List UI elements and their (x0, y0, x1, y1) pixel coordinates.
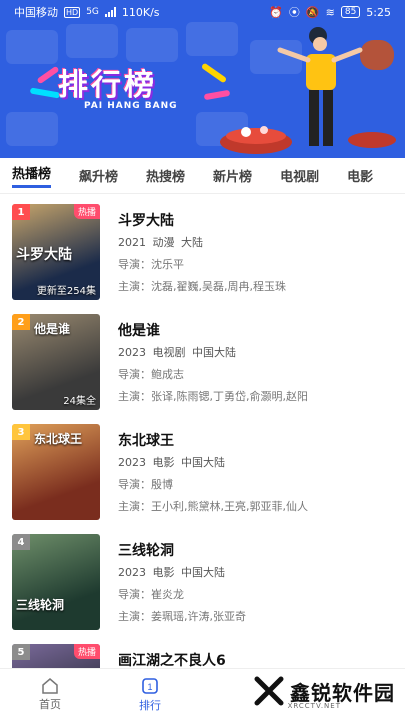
list-item[interactable]: 2 他是谁 24集全 他是谁 2023 电视剧 中国大陆 导演：鲍成志 主演：张… (0, 306, 405, 416)
tab-tv[interactable]: 电视剧 (280, 166, 319, 185)
list-item[interactable]: 3 东北球王 东北球王 2023 电影 中国大陆 导演：殷博 主演：王小利,熊黛… (0, 416, 405, 526)
rank-icon: 1 (142, 677, 158, 694)
item-cast: 主演：姜珮瑶,许涛,张亚奇 (118, 610, 246, 623)
rank-badge: 4 (12, 534, 30, 550)
rank-badge: 5 (12, 644, 30, 660)
location-icon: ⦿ (288, 6, 300, 19)
banner-illustration (220, 27, 396, 154)
item-title[interactable]: 东北球王 (118, 430, 174, 450)
item-title[interactable]: 他是谁 (118, 320, 160, 340)
item-director: 导演：殷博 (118, 478, 173, 491)
hot-badge: 热播 (73, 644, 100, 659)
nav-home-label: 首页 (39, 697, 61, 711)
item-meta: 2021 动漫 大陆 (118, 236, 203, 249)
list-item[interactable]: 4 三线轮洞 三线轮洞 2023 电影 中国大陆 导演：崔炎龙 主演：姜珮瑶,许… (0, 526, 405, 636)
poster-title: 斗罗大陆 (16, 247, 72, 263)
svg-text:1: 1 (147, 682, 152, 692)
tab-rising[interactable]: 飙升榜 (79, 166, 118, 185)
item-director: 导演：崔炎龙 (118, 588, 184, 601)
item-title[interactable]: 画江湖之不良人6 (118, 650, 226, 670)
item-meta: 2023 电视剧 中国大陆 (118, 346, 236, 359)
episode-count: 更新至254集 (36, 286, 96, 297)
item-cast: 主演：王小利,熊黛林,王亮,郭亚菲,仙人 (118, 500, 308, 513)
mute-icon: 🔕 (305, 5, 320, 19)
hot-badge: 热播 (73, 204, 100, 219)
episode-count: 24集全 (63, 396, 96, 407)
net-speed: 110K/s (121, 5, 160, 19)
nav-rank[interactable]: 1 排行 (100, 669, 200, 720)
item-title[interactable]: 三线轮洞 (118, 540, 174, 560)
poster-title: 三线轮洞 (16, 598, 65, 612)
item-director: 导演：鲍成志 (118, 368, 184, 381)
category-tabs: 热播榜 飙升榜 热搜榜 新片榜 电视剧 电影 (0, 158, 405, 194)
banner-subtitle: PAI HANG BANG (84, 101, 178, 111)
tab-search[interactable]: 热搜榜 (146, 166, 185, 185)
list-item[interactable]: 1 热播 斗罗大陆 更新至254集 斗罗大陆 2021 动漫 大陆 导演：沈乐平… (0, 196, 405, 306)
item-title[interactable]: 斗罗大陆 (118, 210, 174, 230)
rank-badge: 2 (12, 314, 30, 330)
hd-badge: HD (64, 6, 81, 18)
item-cast: 主演：张译,陈雨锶,丁勇岱,俞灏明,赵阳 (118, 390, 308, 403)
status-bar: 中国移动 HD 5G 110K/s ⏰ ⦿ 🔕 ≋ 85 5:25 (0, 0, 405, 24)
nav-rank-label: 排行 (139, 698, 161, 712)
tab-new[interactable]: 新片榜 (213, 166, 252, 185)
network-label: 5G (86, 7, 99, 17)
battery-icon: 85 (340, 6, 361, 18)
item-cast: 主演：沈磊,翟巍,吴磊,周冉,程玉珠 (118, 280, 286, 293)
signal-icon (104, 7, 116, 17)
poster-image[interactable]: 3 东北球王 (12, 424, 100, 520)
poster-title: 他是谁 (34, 322, 71, 336)
alarm-icon: ⏰ (269, 5, 283, 19)
rank-badge: 3 (12, 424, 30, 440)
home-icon (42, 677, 58, 694)
rank-badge: 1 (12, 204, 30, 220)
clock: 5:25 (366, 5, 391, 19)
wifi-icon: ≋ (325, 5, 335, 19)
tab-hot[interactable]: 热播榜 (12, 163, 52, 188)
carrier-label: 中国移动 (14, 6, 58, 19)
watermark-sub: XRCCTV.NET (287, 702, 341, 710)
tab-movie[interactable]: 电影 (347, 166, 373, 185)
nav-home[interactable]: 首页 (0, 669, 100, 720)
banner: 中国移动 HD 5G 110K/s ⏰ ⦿ 🔕 ≋ 85 5:25 排行榜 PA… (0, 0, 405, 158)
banner-title: 排行榜 (58, 68, 157, 103)
watermark-logo (254, 676, 284, 706)
item-director: 导演：沈乐平 (118, 258, 184, 271)
poster-title: 东北球王 (34, 432, 83, 446)
item-meta: 2023 电影 中国大陆 (118, 456, 225, 469)
poster-image[interactable]: 2 他是谁 24集全 (12, 314, 100, 410)
item-meta: 2023 电影 中国大陆 (118, 566, 225, 579)
poster-image[interactable]: 4 三线轮洞 (12, 534, 100, 630)
poster-image[interactable]: 1 热播 斗罗大陆 更新至254集 (12, 204, 100, 300)
